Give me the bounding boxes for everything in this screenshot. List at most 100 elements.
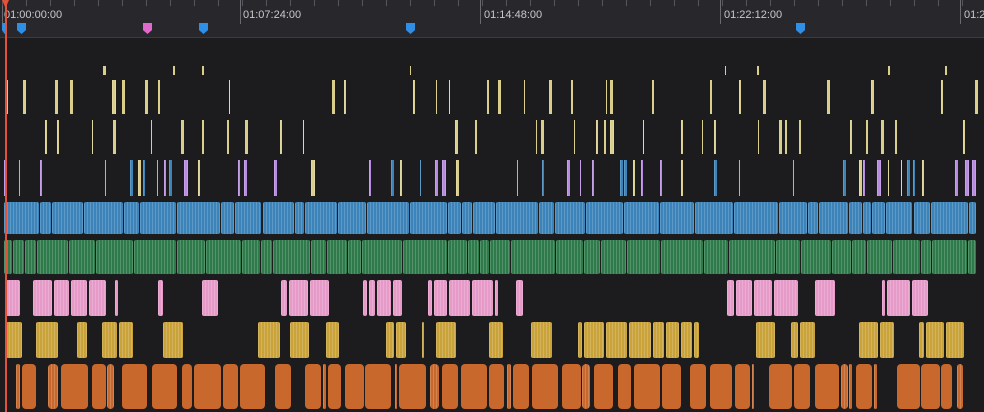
clip[interactable]: [202, 280, 219, 316]
track-video-4[interactable]: [0, 157, 984, 200]
clip[interactable]: [89, 280, 106, 316]
clip[interactable]: [530, 322, 552, 358]
clip[interactable]: [695, 202, 734, 234]
clip[interactable]: [930, 202, 969, 234]
clip[interactable]: [421, 322, 424, 358]
clip[interactable]: [808, 202, 818, 234]
clip[interactable]: [872, 202, 885, 234]
clip[interactable]: [177, 240, 206, 274]
clip[interactable]: [201, 66, 205, 75]
clip[interactable]: [40, 160, 43, 196]
clip[interactable]: [714, 120, 717, 154]
clip[interactable]: [183, 160, 188, 196]
clip[interactable]: [461, 364, 487, 409]
clip[interactable]: [344, 364, 365, 409]
clip[interactable]: [841, 364, 848, 409]
clip[interactable]: [472, 280, 493, 316]
clip[interactable]: [925, 322, 944, 358]
clip[interactable]: [172, 66, 176, 75]
clip[interactable]: [535, 120, 538, 154]
clip[interactable]: [115, 280, 119, 316]
clip[interactable]: [734, 202, 778, 234]
clip[interactable]: [325, 322, 339, 358]
clip[interactable]: [83, 202, 124, 234]
clip[interactable]: [107, 364, 114, 409]
clip[interactable]: [197, 160, 201, 196]
clip[interactable]: [37, 240, 69, 274]
clip[interactable]: [302, 120, 304, 154]
clip[interactable]: [660, 202, 695, 234]
clip[interactable]: [701, 120, 704, 154]
clip[interactable]: [435, 322, 457, 358]
clip[interactable]: [151, 120, 153, 154]
clip[interactable]: [877, 160, 881, 196]
clip[interactable]: [866, 240, 893, 274]
clip[interactable]: [144, 80, 148, 114]
clip[interactable]: [280, 120, 282, 154]
clip[interactable]: [377, 280, 391, 316]
clip[interactable]: [956, 364, 964, 409]
clip[interactable]: [138, 160, 141, 196]
clip[interactable]: [549, 80, 552, 114]
clip[interactable]: [305, 202, 337, 234]
clip[interactable]: [441, 160, 446, 196]
clip[interactable]: [515, 280, 524, 316]
clip[interactable]: [162, 322, 184, 358]
clip[interactable]: [124, 202, 139, 234]
clip[interactable]: [790, 322, 798, 358]
clip[interactable]: [193, 364, 221, 409]
clip[interactable]: [57, 120, 60, 154]
clip[interactable]: [15, 364, 20, 409]
clip[interactable]: [862, 160, 865, 196]
clip[interactable]: [832, 240, 852, 274]
clip[interactable]: [814, 280, 835, 316]
marker-blue[interactable]: [17, 23, 26, 34]
clip[interactable]: [53, 280, 69, 316]
clip[interactable]: [239, 364, 266, 409]
clip[interactable]: [591, 160, 595, 196]
clip[interactable]: [896, 364, 920, 409]
clip[interactable]: [281, 280, 288, 316]
clip[interactable]: [955, 160, 958, 196]
clip[interactable]: [456, 160, 460, 196]
track-video-1[interactable]: [0, 38, 984, 78]
clip[interactable]: [121, 80, 125, 114]
clip[interactable]: [583, 240, 600, 274]
clip[interactable]: [158, 80, 160, 114]
clip[interactable]: [912, 160, 916, 196]
clip[interactable]: [739, 80, 742, 114]
clip[interactable]: [494, 280, 498, 316]
clip[interactable]: [473, 202, 495, 234]
clip[interactable]: [849, 120, 853, 154]
clip[interactable]: [596, 120, 598, 154]
track-video-2[interactable]: [0, 77, 984, 118]
clip[interactable]: [756, 322, 776, 358]
clip[interactable]: [129, 160, 133, 196]
clip[interactable]: [940, 364, 952, 409]
clip[interactable]: [488, 364, 504, 409]
clip[interactable]: [475, 120, 477, 154]
clip[interactable]: [799, 322, 816, 358]
clip[interactable]: [36, 322, 59, 358]
clip[interactable]: [157, 160, 159, 196]
clip[interactable]: [792, 160, 794, 196]
clip[interactable]: [427, 280, 432, 316]
clip[interactable]: [25, 240, 37, 274]
clip[interactable]: [919, 322, 924, 358]
clip[interactable]: [134, 240, 177, 274]
clip[interactable]: [242, 240, 261, 274]
clip[interactable]: [102, 66, 106, 75]
clip[interactable]: [610, 120, 614, 154]
clip[interactable]: [681, 322, 692, 358]
clip[interactable]: [348, 240, 361, 274]
clip[interactable]: [396, 322, 407, 358]
clip[interactable]: [55, 80, 59, 114]
clip[interactable]: [310, 280, 329, 316]
clip[interactable]: [92, 120, 94, 154]
clip[interactable]: [852, 240, 866, 274]
marker-blue[interactable]: [199, 23, 208, 34]
clip[interactable]: [729, 240, 776, 274]
clip[interactable]: [922, 160, 925, 196]
clip[interactable]: [305, 364, 322, 409]
clip[interactable]: [295, 202, 305, 234]
